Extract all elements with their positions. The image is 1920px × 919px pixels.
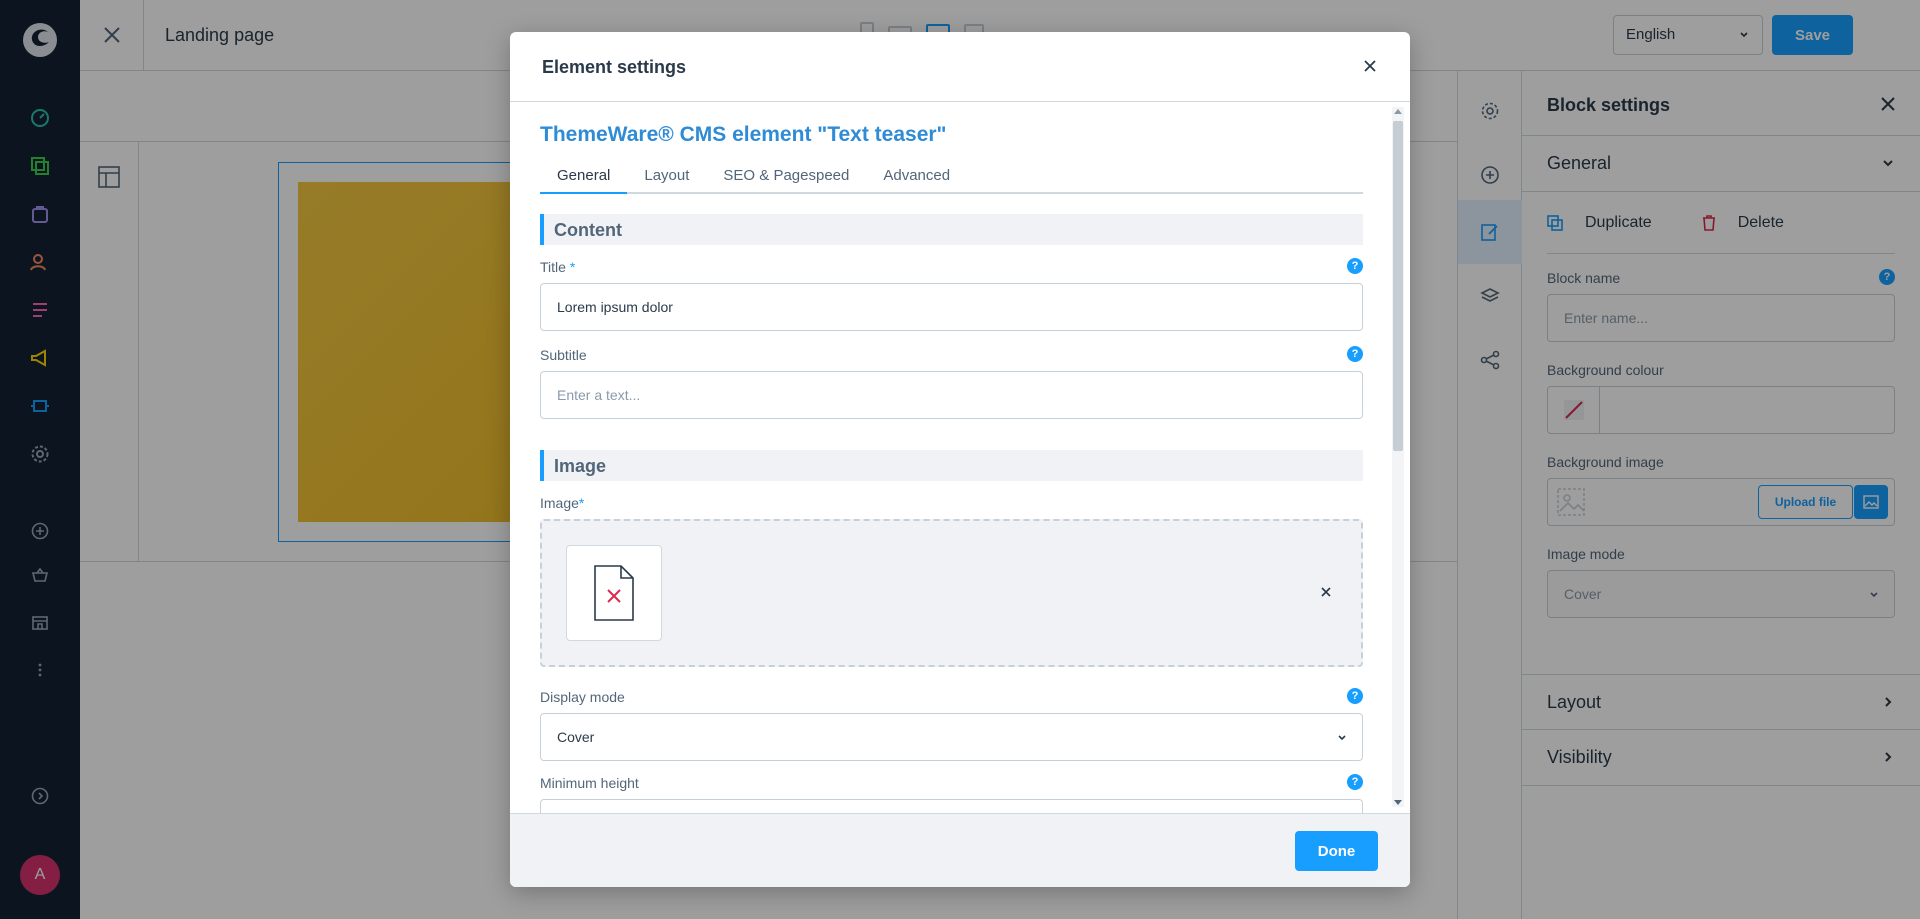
title-input[interactable]: Lorem ipsum dolor (540, 283, 1363, 331)
image-dropzone[interactable] (540, 519, 1363, 667)
help-icon[interactable]: ? (1347, 258, 1363, 274)
remove-image-icon[interactable] (1321, 587, 1331, 597)
done-button[interactable]: Done (1295, 831, 1378, 871)
chevron-down-icon (1338, 735, 1346, 741)
image-label: Image (540, 495, 579, 511)
required-mark: * (578, 495, 585, 511)
help-icon[interactable]: ? (1347, 346, 1363, 362)
scrollbar-thumb[interactable] (1393, 121, 1403, 451)
display-mode-value: Cover (557, 729, 595, 745)
element-settings-modal: Element settings ThemeWare® CMS element … (510, 32, 1410, 887)
display-mode-select[interactable]: Cover (540, 713, 1363, 761)
image-section-heading: Image (540, 450, 1363, 481)
broken-file-icon (594, 565, 634, 621)
modal-title: Element settings (542, 57, 687, 77)
subtitle-input[interactable]: Enter a text... (540, 371, 1363, 419)
tab-layout[interactable]: Layout (627, 159, 706, 192)
required-mark: * (569, 259, 576, 275)
minimum-height-label: Minimum height (540, 775, 639, 791)
tab-advanced[interactable]: Advanced (866, 159, 967, 192)
tab-general[interactable]: General (540, 159, 628, 194)
content-section-heading: Content (540, 214, 1363, 245)
close-icon[interactable] (1364, 60, 1376, 72)
image-thumbnail[interactable] (566, 545, 662, 641)
scroll-up-arrow[interactable] (1394, 109, 1402, 114)
title-label: Title (540, 259, 566, 275)
display-mode-label: Display mode (540, 689, 625, 705)
help-icon[interactable]: ? (1347, 688, 1363, 704)
subtitle-label: Subtitle (540, 347, 587, 363)
tab-seo-pagespeed[interactable]: SEO & Pagespeed (706, 159, 866, 192)
modal-scrollbar[interactable] (1392, 107, 1404, 807)
modal-body: ThemeWare® CMS element "Text teaser" Gen… (510, 103, 1410, 813)
minimum-height-input[interactable] (540, 799, 1363, 813)
scroll-down-arrow[interactable] (1394, 800, 1402, 805)
modal-footer: Done (510, 813, 1410, 887)
help-icon[interactable]: ? (1347, 774, 1363, 790)
settings-tabs: General Layout SEO & Pagespeed Advanced (540, 159, 1363, 194)
element-heading: ThemeWare® CMS element "Text teaser" (540, 123, 947, 146)
